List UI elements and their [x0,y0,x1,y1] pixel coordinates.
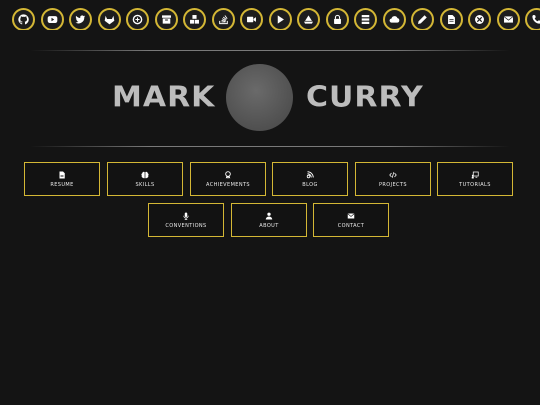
cubes-link[interactable] [183,8,206,30]
last-name: CURRY [306,80,424,115]
file-icon [59,171,65,178]
chalkboard-icon [471,171,479,178]
pencil-icon [418,15,427,24]
gitlab-icon [104,15,114,25]
youtube-link[interactable] [40,8,64,30]
first-name: MARK [112,80,216,115]
cloud-icon [389,16,399,23]
top-divider [30,50,510,51]
pencil-link[interactable] [411,8,434,30]
lock-link[interactable] [325,8,349,30]
hero: MARK CURRY [0,60,540,140]
youtube-icon [47,16,57,23]
microphone-icon [183,212,189,220]
nav-tutorials-label: TUTORIALS [459,181,491,188]
envelope-icon [347,213,355,218]
ship-icon [304,15,313,24]
code-icon [389,171,397,178]
file-icon [447,15,455,24]
blog-icon [306,170,314,178]
archive-link[interactable] [154,8,178,30]
social-links-bar [0,8,540,30]
server-link[interactable] [354,8,377,30]
portfolio-page: MARK CURRY RESUME SKILLS ACHIEVEMENTS BL… [0,0,540,405]
nav-achievements-label: ACHIEVEMENTS [205,181,251,188]
video-icon [247,16,256,23]
stackoverflow-link[interactable] [211,8,235,30]
brain-icon [141,171,149,178]
nav-resume-label: RESUME [50,181,74,188]
avatar[interactable] [226,64,293,131]
nav-projects-label: PROJECTS [379,181,407,188]
nav-conventions-label: CONVENTIONS [165,222,207,229]
nav-resume-button[interactable]: RESUME [24,162,100,196]
github-link[interactable] [12,8,35,30]
nav-tutorials-button[interactable]: TUTORIALS [437,162,513,196]
server-icon [361,15,370,24]
cubes-icon [190,15,199,24]
nav-blog-button[interactable]: BLOG [272,162,348,196]
nav-about-button[interactable]: ABOUT [231,203,307,237]
codewars-link[interactable] [126,8,149,30]
xbox-icon [475,15,484,24]
ship-link[interactable] [297,8,320,30]
stackoverflow-icon [218,15,228,25]
cloud-link[interactable] [382,8,406,30]
nav-projects-button[interactable]: PROJECTS [355,162,431,196]
bottom-divider [30,146,510,147]
mail-link[interactable] [496,8,520,30]
phone-icon [532,15,540,24]
nav-blog-label: BLOG [302,181,318,188]
award-icon [225,170,231,179]
archive-icon [161,15,171,24]
codewars-icon [132,14,143,25]
phone-link[interactable] [525,8,540,30]
nav-contact-button[interactable]: CONTACT [313,203,389,237]
mail-icon [503,16,513,23]
play-link[interactable] [268,8,292,30]
gitlab-link[interactable] [97,8,121,30]
nav-conventions-button[interactable]: CONVENTIONS [148,203,224,237]
nav-skills-button[interactable]: SKILLS [107,162,183,196]
github-icon [18,14,29,25]
file-link[interactable] [439,8,463,30]
nav-achievements-button[interactable]: ACHIEVEMENTS [190,162,266,196]
twitter-icon [75,15,86,24]
nav-skills-label: SKILLS [135,181,155,188]
nav-about-label: ABOUT [259,222,279,229]
twitter-link[interactable] [69,8,92,30]
xbox-link[interactable] [468,8,491,30]
user-icon [265,212,273,219]
nav-contact-label: CONTACT [337,222,365,229]
play-icon [277,15,284,24]
video-link[interactable] [240,8,263,30]
lock-icon [333,14,341,24]
